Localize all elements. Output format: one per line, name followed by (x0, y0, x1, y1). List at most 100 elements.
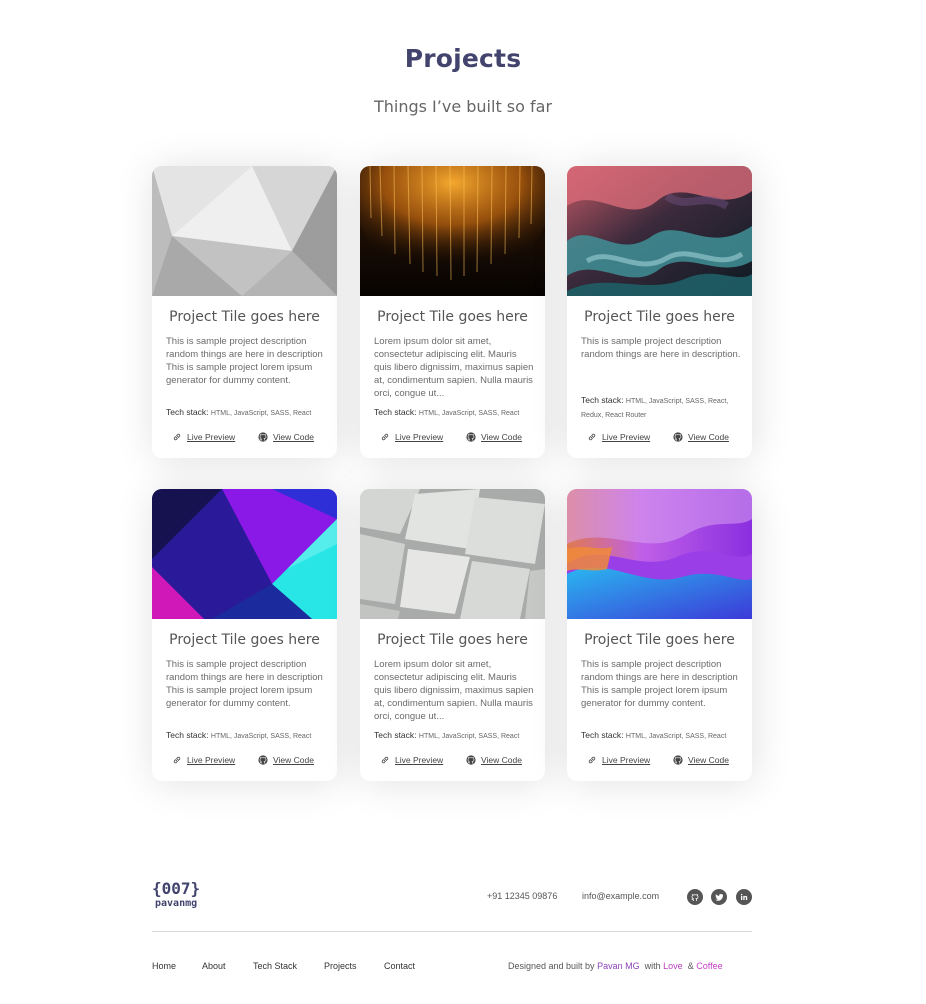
tech-stack-label: Tech stack: (374, 407, 417, 417)
project-description: Lorem ipsum dolor sit amet, consectetur … (374, 336, 534, 399)
project-thumbnail (152, 166, 337, 296)
link-icon (381, 433, 389, 441)
github-icon (466, 432, 476, 442)
live-preview-label: Live Preview (187, 755, 236, 765)
project-card: Project Tile goes here This is sample pr… (152, 166, 337, 458)
project-title: Project Tile goes here (584, 632, 735, 648)
live-preview-link[interactable]: Live Preview (587, 430, 650, 444)
project-card: Project Tile goes here This is sample pr… (152, 489, 337, 781)
project-title: Project Tile goes here (169, 309, 320, 325)
github-icon (673, 755, 683, 765)
project-title: Project Tile goes here (584, 309, 735, 325)
footer-nav-projects[interactable]: Projects (324, 961, 357, 971)
tech-stack-label: Tech stack: (581, 395, 624, 405)
tech-stack: Tech stack: HTML, JavaScript, SASS, Reac… (166, 406, 326, 420)
link-icon (588, 756, 596, 764)
project-description: This is sample project description rando… (581, 336, 741, 360)
tech-stack: Tech stack: HTML, JavaScript, SASS, Reac… (581, 394, 741, 422)
footer-nav-about[interactable]: About (202, 961, 226, 971)
view-code-link[interactable]: View Code (673, 753, 729, 767)
github-icon[interactable] (687, 889, 703, 905)
project-links: Live Preview View Code (152, 430, 337, 444)
link-icon (381, 756, 389, 764)
tech-stack-list: HTML, JavaScript, SASS, React (625, 733, 727, 740)
credits-ampersand: & (687, 961, 694, 971)
neon-diamond-image (152, 489, 337, 619)
live-preview-link[interactable]: Live Preview (380, 430, 443, 444)
view-code-link[interactable]: View Code (258, 430, 314, 444)
linkedin-glyph (740, 893, 748, 900)
view-code-label: View Code (273, 432, 314, 442)
footer-nav-home[interactable]: Home (152, 961, 176, 971)
view-code-label: View Code (481, 755, 522, 765)
credits-with: with (644, 961, 661, 971)
link-icon (588, 433, 596, 441)
project-description: This is sample project description rando… (166, 659, 323, 709)
github-glyph (691, 894, 699, 901)
golden-light-streaks-image (360, 166, 545, 296)
footer-nav-tech-stack[interactable]: Tech Stack (253, 961, 297, 971)
project-thumbnail (360, 166, 545, 296)
project-description: Lorem ipsum dolor sit amet, consectetur … (374, 659, 534, 722)
footer-phone[interactable]: +91 12345 09876 (487, 891, 557, 901)
project-title: Project Tile goes here (377, 309, 528, 325)
live-preview-label: Live Preview (187, 432, 236, 442)
live-preview-link[interactable]: Live Preview (172, 430, 235, 444)
project-title: Project Tile goes here (377, 632, 528, 648)
tech-stack: Tech stack: HTML, JavaScript, SASS, Reac… (581, 729, 741, 743)
tech-stack-list: HTML, JavaScript, SASS, React (210, 410, 312, 417)
view-code-link[interactable]: View Code (673, 430, 729, 444)
footer-divider (152, 931, 752, 932)
project-links: Live Preview View Code (567, 430, 752, 444)
live-preview-label: Live Preview (602, 432, 651, 442)
live-preview-link[interactable]: Live Preview (587, 753, 650, 767)
project-thumbnail (152, 489, 337, 619)
paper-sheets-image (360, 489, 545, 619)
view-code-link[interactable]: View Code (466, 753, 522, 767)
linkedin-icon[interactable] (736, 889, 752, 905)
project-card: Project Tile goes here This is sample pr… (567, 166, 752, 458)
github-icon (673, 432, 683, 442)
colorful-smoke-image (567, 166, 752, 296)
link-icon (173, 756, 181, 764)
credits-author[interactable]: Pavan MG (597, 961, 640, 971)
footer-credits: Designed and built by Pavan MG with Love… (508, 961, 723, 971)
section-title: Projects (404, 44, 522, 73)
twitter-glyph (715, 893, 724, 901)
project-card: Project Tile goes here Lorem ipsum dolor… (360, 489, 545, 781)
tech-stack-label: Tech stack: (166, 730, 209, 740)
live-preview-link[interactable]: Live Preview (172, 753, 235, 767)
view-code-label: View Code (481, 432, 522, 442)
grey-geometric-image (152, 166, 337, 296)
project-links: Live Preview View Code (152, 753, 337, 767)
tech-stack: Tech stack: HTML, JavaScript, SASS, Reac… (374, 729, 534, 743)
tech-stack-label: Tech stack: (374, 730, 417, 740)
live-preview-label: Live Preview (395, 755, 444, 765)
github-icon (466, 755, 476, 765)
project-thumbnail (567, 489, 752, 619)
view-code-link[interactable]: View Code (466, 430, 522, 444)
twitter-icon[interactable] (711, 889, 727, 905)
tech-stack: Tech stack: HTML, JavaScript, SASS, Reac… (166, 729, 326, 743)
project-description: This is sample project description rando… (581, 659, 738, 709)
project-title: Project Tile goes here (169, 632, 320, 648)
live-preview-label: Live Preview (395, 432, 444, 442)
footer-email[interactable]: info@example.com (582, 891, 659, 901)
footer-nav-contact[interactable]: Contact (384, 961, 415, 971)
tech-stack-label: Tech stack: (581, 730, 624, 740)
project-thumbnail (360, 489, 545, 619)
project-links: Live Preview View Code (360, 753, 545, 767)
view-code-label: View Code (688, 432, 729, 442)
tech-stack-list: HTML, JavaScript, SASS, React (418, 410, 520, 417)
logo-name: pavanmg (155, 898, 198, 909)
project-links: Live Preview View Code (360, 430, 545, 444)
project-links: Live Preview View Code (567, 753, 752, 767)
credits-love: Love (663, 961, 683, 971)
view-code-link[interactable]: View Code (258, 753, 314, 767)
view-code-label: View Code (688, 755, 729, 765)
logo-mark: {007} (152, 879, 201, 898)
live-preview-link[interactable]: Live Preview (380, 753, 443, 767)
footer-logo[interactable]: {007} pavanmg (152, 880, 200, 910)
tech-stack-label: Tech stack: (166, 407, 209, 417)
tech-stack: Tech stack: HTML, JavaScript, SASS, Reac… (374, 406, 534, 420)
